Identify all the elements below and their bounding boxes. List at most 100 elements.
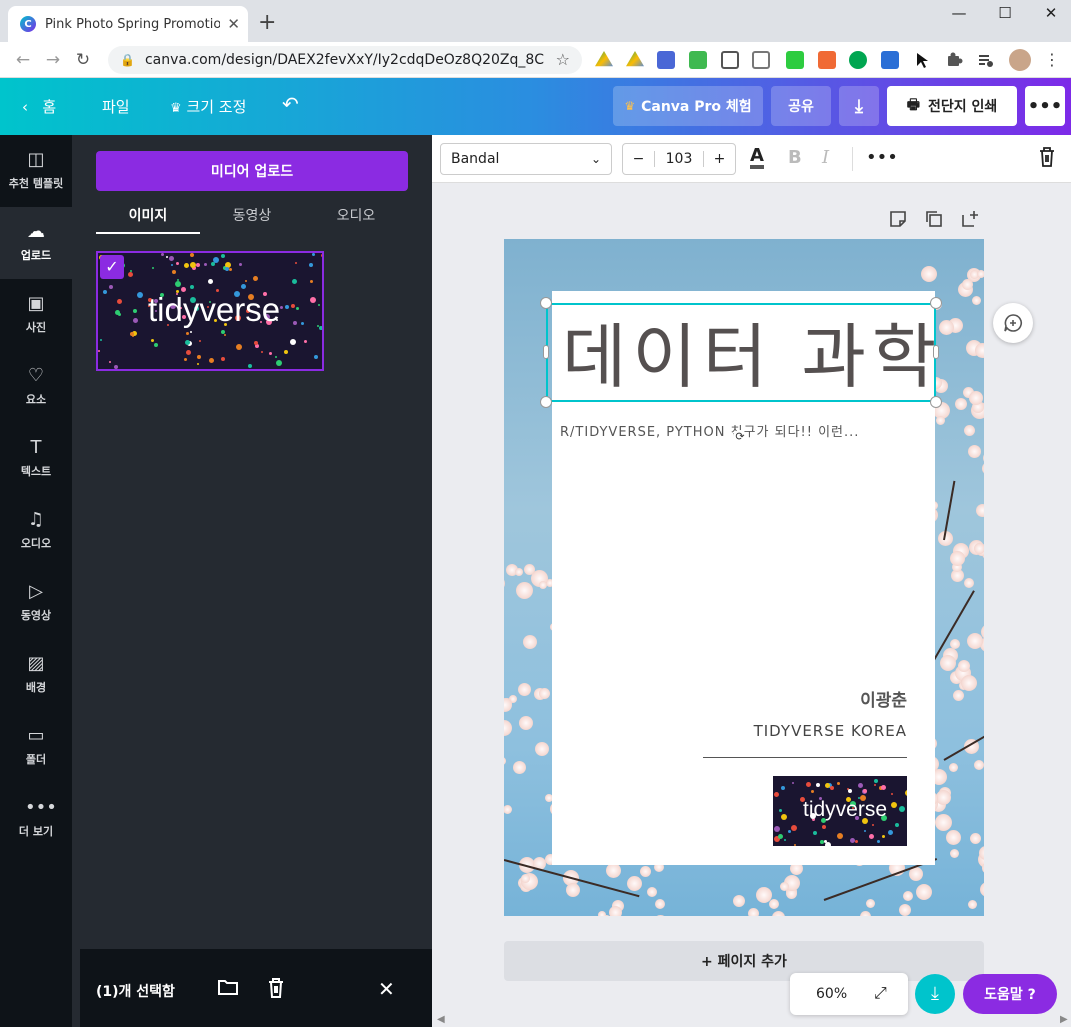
maximize-icon[interactable]: ☐ — [982, 4, 1028, 22]
brush-extension-icon[interactable] — [752, 51, 770, 69]
tab-audio[interactable]: 오디오 — [304, 205, 408, 225]
nav-item-text[interactable]: T 텍스트 — [0, 423, 72, 495]
bold-icon[interactable]: B — [788, 147, 802, 168]
blossom-petal — [655, 899, 665, 909]
confetti-dot — [190, 331, 192, 333]
more-options-icon[interactable]: ••• — [1025, 86, 1065, 126]
ex-extension-icon[interactable] — [818, 51, 836, 69]
confetti-dot — [816, 783, 820, 787]
nav-item-video[interactable]: ▷ 동영상 — [0, 567, 72, 639]
help-button[interactable]: 도움말 ? — [963, 974, 1057, 1014]
file-menu[interactable]: 파일 — [102, 96, 130, 117]
nav-item-more[interactable]: ••• 더 보기 — [0, 783, 72, 855]
confetti-dot — [309, 263, 313, 267]
browser-tab[interactable]: C Pink Photo Spring Promotional ✕ — [8, 6, 248, 42]
crop-extension-icon[interactable] — [689, 51, 707, 69]
resize-handle-bottom-right[interactable] — [930, 396, 942, 408]
upload-media-button[interactable]: 미디어 업로드 — [96, 151, 408, 191]
blossom-petal — [968, 445, 981, 458]
page-notes-icon[interactable] — [889, 210, 907, 232]
nav-item-templates[interactable]: ◫ 추천 템플릿 — [0, 135, 72, 207]
rotate-icon[interactable]: ⟳ — [733, 430, 747, 444]
add-page-icon[interactable] — [961, 210, 979, 232]
increase-size-button[interactable]: + — [703, 151, 735, 167]
font-size-stepper[interactable]: − 103 + — [622, 143, 736, 175]
add-page-button[interactable]: + 페이지 추가 — [504, 941, 984, 981]
audio-icon: ♫ — [27, 509, 45, 530]
more-format-icon[interactable]: ••• — [866, 147, 898, 168]
tab-images[interactable]: 이미지 — [96, 205, 200, 225]
forward-icon[interactable]: → — [38, 50, 68, 70]
home-link[interactable]: ‹ 홈 — [22, 96, 56, 117]
evernote-extension-icon[interactable] — [849, 51, 867, 69]
zoom-level[interactable]: 60% — [816, 986, 847, 1002]
resize-handle-left[interactable] — [543, 345, 549, 359]
undo-icon[interactable]: ↶ — [282, 92, 299, 116]
close-selection-icon[interactable]: ✕ — [378, 977, 395, 1001]
nav-item-audio[interactable]: ♫ 오디오 — [0, 495, 72, 567]
blossom-petal — [535, 742, 549, 756]
selected-textbox-outline[interactable] — [546, 303, 936, 402]
eyedropper-extension-icon[interactable] — [721, 51, 739, 69]
back-icon[interactable]: ← — [8, 50, 38, 70]
tab-close-icon[interactable]: ✕ — [227, 15, 240, 33]
blossom-petal — [504, 757, 506, 765]
trash-icon[interactable] — [1038, 147, 1056, 172]
upload-icon: ☁ — [27, 221, 45, 242]
confetti-dot — [837, 782, 840, 785]
resize-handle-top-right[interactable] — [930, 297, 942, 309]
tab-videos[interactable]: 동영상 — [200, 205, 304, 225]
add-comment-icon[interactable] — [993, 303, 1033, 343]
print-flyer-button[interactable]: 🖶 전단지 인쇄 — [887, 86, 1017, 126]
resize-menu[interactable]: ♛ 크기 조정 — [170, 96, 246, 117]
nav-item-background[interactable]: ▨ 배경 — [0, 639, 72, 711]
translate-extension-icon[interactable] — [657, 51, 675, 69]
minimize-icon[interactable]: — — [936, 4, 982, 22]
design-subtitle[interactable]: R/TIDYVERSE, PYTHON 친구가 되다!! 이런... — [560, 421, 859, 440]
pro-trial-button[interactable]: ♛ Canva Pro 체험 — [613, 86, 763, 126]
font-size-value[interactable]: 103 — [655, 151, 703, 167]
scroll-left-arrow-icon[interactable]: ◀ — [437, 1014, 445, 1025]
green-extension-icon[interactable] — [786, 51, 804, 69]
download-fab-icon[interactable]: ⤓ — [915, 974, 955, 1014]
profile-avatar[interactable] — [1009, 49, 1031, 71]
browser-menu-icon[interactable]: ⋮ — [1044, 50, 1060, 69]
blossom-petal — [640, 866, 651, 877]
resize-handle-right[interactable] — [933, 345, 939, 359]
italic-icon[interactable]: I — [822, 147, 829, 168]
move-to-folder-icon[interactable] — [217, 977, 239, 1002]
font-family-dropdown[interactable]: Bandal ⌄ — [440, 143, 612, 175]
zoom-control[interactable]: 60% ⤢ — [790, 973, 908, 1015]
url-field[interactable]: 🔒 canva.com/design/DAEX2fevXxY/Iy2cdqDeO… — [108, 46, 582, 74]
fullscreen-icon[interactable]: ⤢ — [874, 983, 887, 1003]
media-queue-icon[interactable] — [977, 51, 995, 69]
cursor-extension-icon[interactable] — [913, 51, 931, 69]
new-tab-icon[interactable]: + — [258, 10, 276, 35]
design-divider-line[interactable] — [703, 757, 907, 758]
design-author[interactable]: 이광춘 — [860, 686, 907, 711]
close-window-icon[interactable]: ✕ — [1028, 4, 1071, 22]
delete-icon[interactable] — [266, 977, 286, 1004]
text-color-icon[interactable]: A — [750, 147, 764, 169]
nav-item-photos[interactable]: ▣ 사진 — [0, 279, 72, 351]
bookmark-star-icon[interactable]: ☆ — [556, 50, 570, 69]
uploaded-image-thumbnail[interactable]: tidyverse ✓ — [96, 251, 324, 371]
download-icon[interactable]: ⤓ — [839, 86, 879, 126]
decrease-size-button[interactable]: − — [623, 151, 655, 167]
scroll-right-arrow-icon[interactable]: ▶ — [1060, 1014, 1068, 1025]
share-button[interactable]: 공유 — [771, 86, 831, 126]
design-logo-image[interactable]: tidyverse — [773, 776, 907, 846]
resize-handle-bottom-left[interactable] — [540, 396, 552, 408]
graduation-extension-icon[interactable] — [881, 51, 899, 69]
nav-item-elements[interactable]: ♡ 요소 — [0, 351, 72, 423]
duplicate-page-icon[interactable] — [925, 210, 943, 232]
checkbox-checked-icon[interactable]: ✓ — [100, 255, 124, 279]
confetti-dot — [317, 325, 319, 327]
reload-icon[interactable]: ↻ — [68, 50, 98, 70]
puzzle-extension-icon[interactable] — [945, 51, 963, 69]
nav-item-folders[interactable]: ▭ 폴더 — [0, 711, 72, 783]
design-org[interactable]: TIDYVERSE KOREA — [754, 722, 907, 740]
resize-handle-top-left[interactable] — [540, 297, 552, 309]
confetti-dot — [820, 840, 824, 844]
nav-item-uploads[interactable]: ☁ 업로드 — [0, 207, 72, 279]
